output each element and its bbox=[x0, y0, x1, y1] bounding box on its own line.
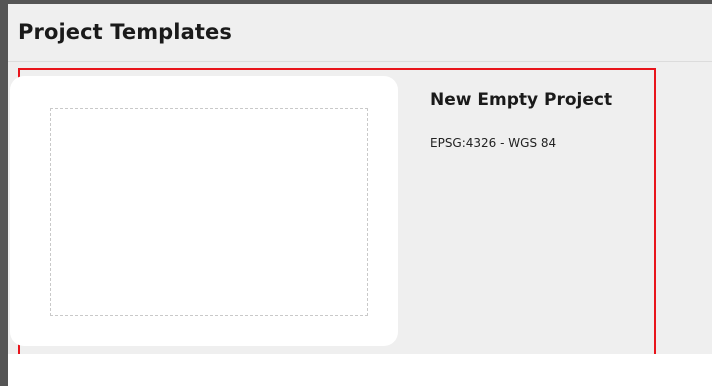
empty-area bbox=[8, 354, 712, 386]
window-frame-left bbox=[0, 0, 8, 386]
template-item-new-empty-project[interactable]: New Empty Project EPSG:4326 - WGS 84 bbox=[10, 68, 656, 358]
template-list: New Empty Project EPSG:4326 - WGS 84 bbox=[8, 62, 712, 358]
project-templates-panel: Project Templates New Empty Project EPSG… bbox=[8, 4, 712, 386]
panel-header: Project Templates bbox=[8, 4, 712, 62]
panel-title: Project Templates bbox=[18, 20, 232, 44]
thumbnail-placeholder bbox=[50, 108, 368, 316]
template-crs: EPSG:4326 - WGS 84 bbox=[430, 136, 557, 150]
template-name: New Empty Project bbox=[430, 90, 613, 110]
template-thumbnail bbox=[10, 76, 398, 346]
